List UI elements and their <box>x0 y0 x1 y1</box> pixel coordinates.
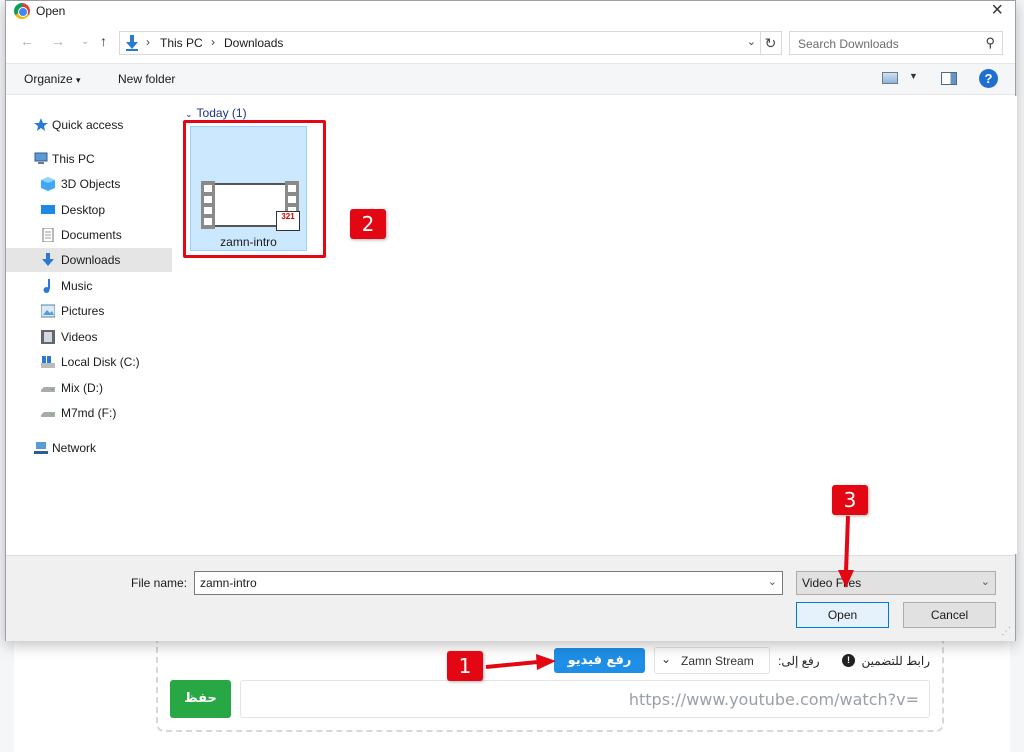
change-view-icon[interactable] <box>882 72 898 84</box>
crumb-this-pc[interactable]: This PC <box>160 36 203 50</box>
chevron-down-icon: ⌄ <box>661 652 672 666</box>
search-placeholder: Search Downloads <box>798 37 899 51</box>
save-button[interactable]: حفظ <box>170 680 231 718</box>
preview-pane-icon[interactable] <box>941 72 957 85</box>
navigation-pane: Quick access This PC 3D Objects Desktop … <box>6 96 176 554</box>
path-breadcrumb[interactable]: › This PC › Downloads ⌄ <box>119 31 761 55</box>
recent-dropdown-icon[interactable]: ⌄ <box>81 36 89 47</box>
chevron-right-icon: › <box>146 35 150 49</box>
sidebar-item-label: Music <box>61 279 93 293</box>
windows-drive-icon <box>41 356 55 368</box>
sidebar-item-label: Videos <box>61 330 98 344</box>
computer-icon <box>34 152 48 164</box>
open-button[interactable]: Open <box>796 602 889 628</box>
step-3-badge: 3 <box>832 485 868 515</box>
download-icon <box>42 253 54 266</box>
crumb-downloads[interactable]: Downloads <box>224 36 283 50</box>
stream-select-value: Zamn Stream <box>681 654 754 668</box>
desktop-icon <box>41 205 55 214</box>
chevron-down-icon[interactable]: ⌄ <box>768 575 777 588</box>
group-header-label: Today (1) <box>196 106 247 120</box>
organize-button[interactable]: Organize ▾ <box>24 72 81 86</box>
sidebar-item-label: 3D Objects <box>61 177 121 191</box>
resize-grip-icon[interactable]: ⋰ <box>1001 626 1011 637</box>
title-bar: Open × <box>6 0 1015 23</box>
new-folder-button[interactable]: New folder <box>118 72 175 86</box>
sidebar-item-label: Network <box>52 441 97 455</box>
file-type-select[interactable]: Video Files ⌄ <box>796 571 996 595</box>
chrome-icon <box>14 3 30 19</box>
refresh-icon[interactable]: ↻ <box>760 31 782 55</box>
sidebar-item-music[interactable]: Music <box>6 274 176 298</box>
sidebar-item-label: Documents <box>61 228 122 242</box>
drive-icon <box>41 412 55 417</box>
chevron-down-icon: ⌄ <box>980 576 990 588</box>
address-bar: ← → ⌄ ↑ › This PC › Downloads ⌄ ↻ Search… <box>6 29 1015 57</box>
sidebar-item-videos[interactable]: Videos <box>6 325 176 349</box>
file-name-label: File name: <box>131 576 188 590</box>
sidebar-item-this-pc[interactable]: This PC <box>6 147 176 171</box>
network-icon <box>34 442 48 454</box>
picture-icon <box>41 304 55 318</box>
sidebar-item-label: Desktop <box>61 203 106 217</box>
search-icon: ⚲ <box>985 35 995 50</box>
info-icon[interactable]: ! <box>842 654 855 667</box>
dialog-footer: File name: zamn-intro ⌄ Video Files ⌄ Op… <box>6 555 1015 641</box>
open-file-dialog: Open × ← → ⌄ ↑ › This PC › Downloads ⌄ ↻… <box>5 0 1017 641</box>
cube-icon <box>41 177 55 191</box>
sidebar-item-label: Quick access <box>52 118 124 132</box>
group-header[interactable]: ⌄ Today (1) <box>185 106 247 120</box>
sidebar-item-label: Pictures <box>61 304 105 318</box>
sidebar-item-downloads[interactable]: Downloads <box>6 248 172 272</box>
search-input[interactable]: Search Downloads ⚲ <box>789 31 1003 55</box>
sidebar-item-label: M7md (F:) <box>61 406 117 420</box>
sidebar-item-documents[interactable]: Documents <box>6 223 176 247</box>
file-name-input[interactable]: zamn-intro ⌄ <box>194 571 783 595</box>
organize-label: Organize <box>24 72 73 86</box>
help-icon[interactable]: ? <box>979 69 998 88</box>
dialog-title: Open <box>36 4 66 18</box>
step-1-badge: 1 <box>447 651 483 681</box>
chevron-down-icon[interactable]: ⌄ <box>747 35 756 48</box>
drive-icon <box>41 387 55 392</box>
music-note-icon <box>43 279 50 293</box>
command-bar: Organize ▾ New folder ▼ ? <box>6 63 1015 95</box>
step-2-badge: 2 <box>350 209 386 239</box>
upload-to-label: رفع إلى: <box>778 654 820 668</box>
url-input[interactable]: https://www.youtube.com/watch?v= <box>240 680 930 718</box>
sidebar-item-3d-objects[interactable]: 3D Objects <box>6 172 176 196</box>
sidebar-item-label: Downloads <box>61 253 121 267</box>
back-arrow-icon[interactable]: ← <box>20 33 34 49</box>
chevron-down-icon: ⌄ <box>185 109 193 119</box>
sidebar-item-desktop[interactable]: Desktop <box>6 198 176 222</box>
sidebar-item-network[interactable]: Network <box>6 436 176 460</box>
close-icon[interactable]: × <box>991 0 1003 22</box>
sidebar-item-quick-access[interactable]: Quick access <box>6 113 176 137</box>
highlight-box <box>183 120 326 258</box>
sidebar-item-label: This PC <box>52 152 95 166</box>
document-icon <box>42 228 54 242</box>
upload-video-button[interactable]: رفع فيديو <box>554 648 645 673</box>
file-type-value: Video Files <box>802 576 862 590</box>
file-name-value: zamn-intro <box>200 576 257 590</box>
sidebar-item-label: Local Disk (C:) <box>61 355 140 369</box>
sidebar-item-mix-d[interactable]: Mix (D:) <box>6 376 176 400</box>
video-icon <box>41 330 55 344</box>
forward-arrow-icon[interactable]: → <box>51 33 65 49</box>
up-arrow-icon[interactable]: ↑ <box>100 33 107 49</box>
stream-select[interactable]: ⌄ Zamn Stream <box>654 647 770 674</box>
view-dropdown-icon[interactable]: ▼ <box>909 71 918 81</box>
download-icon <box>126 35 138 51</box>
sidebar-item-label: Mix (D:) <box>61 381 103 395</box>
embed-link-label: رابط للتضمين <box>861 654 930 668</box>
star-icon <box>34 118 48 131</box>
organize-caret: ▾ <box>76 75 81 85</box>
chevron-right-icon: › <box>211 35 215 49</box>
sidebar-item-m7md-f[interactable]: M7md (F:) <box>6 401 176 425</box>
sidebar-item-pictures[interactable]: Pictures <box>6 299 176 323</box>
cancel-button[interactable]: Cancel <box>903 602 996 628</box>
sidebar-item-local-disk-c[interactable]: Local Disk (C:) <box>6 350 176 374</box>
